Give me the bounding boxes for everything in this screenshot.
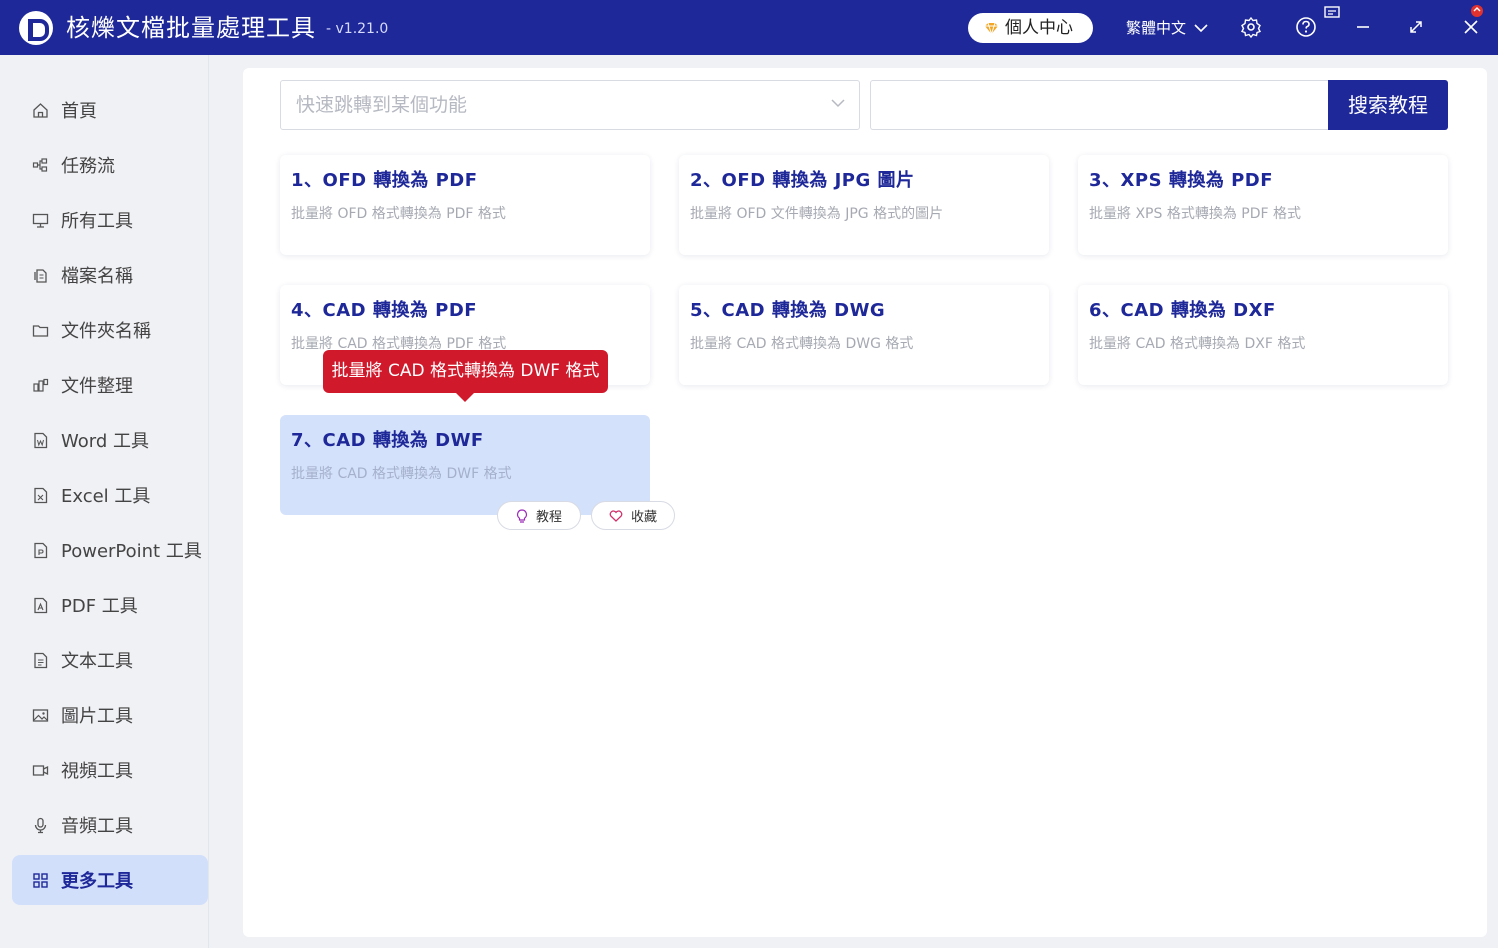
excel-file-icon	[34, 487, 48, 503]
sidebar-item-8[interactable]: PowerPoint 工具	[12, 525, 208, 575]
sidebar-item-label: 圖片工具	[61, 706, 133, 727]
heart-icon	[609, 509, 623, 522]
user-center-button[interactable]: 個人中心	[968, 13, 1093, 43]
language-selector[interactable]: 繁體中文	[1126, 17, 1208, 39]
tool-card-description: 批量將 XPS 格式轉換為 PDF 格式	[1089, 206, 1301, 222]
tool-card-title: 7、CAD 轉換為 DWF	[291, 430, 484, 451]
sidebar-item-12[interactable]: 視頻工具	[12, 745, 208, 795]
sidebar-item-13[interactable]: 音頻工具	[12, 800, 208, 850]
video-icon	[32, 764, 49, 776]
tool-card[interactable]: 3、XPS 轉換為 PDF 批量將 XPS 格式轉換為 PDF 格式	[1078, 155, 1448, 255]
tutorial-label: 教程	[535, 510, 562, 525]
maximize-icon[interactable]	[1405, 16, 1427, 38]
sidebar-item-9[interactable]: PDF 工具	[12, 580, 208, 630]
sidebar-item-label: PowerPoint 工具	[61, 541, 202, 562]
sidebar-item-6[interactable]: Word 工具	[12, 415, 208, 465]
tool-card[interactable]: 2、OFD 轉換為 JPG 圖片批量將 OFD 文件轉換為 JPG 格式的圖片	[679, 155, 1049, 255]
sidebar-item-label: 文本工具	[61, 651, 133, 672]
organize-icon	[33, 378, 49, 392]
sidebar-divider	[208, 55, 209, 948]
sidebar-item-2[interactable]: 所有工具	[12, 195, 208, 245]
tool-card-title: 4、CAD 轉換為 PDF	[291, 300, 478, 321]
tool-card[interactable]: 7、CAD 轉換為 DWF 批量將 CAD 格式轉換為 DWF 格式	[280, 415, 650, 515]
app-version: - v1.21.0	[326, 21, 389, 37]
tutorial-search-input[interactable]	[870, 80, 1330, 130]
sidebar-item-label: 任務流	[61, 156, 115, 177]
tool-card[interactable]: 1、OFD 轉換為 PDF 批量將 OFD 格式轉換為 PDF 格式	[280, 155, 650, 255]
quick-jump-select[interactable]: 快速跳轉到某個功能	[280, 80, 860, 130]
user-center-label: 個人中心	[1005, 18, 1073, 38]
grid-icon	[33, 872, 48, 888]
file-copy-icon	[34, 268, 47, 283]
sidebar-item-label: 文件整理	[61, 376, 133, 397]
favorite-button[interactable]: 收藏	[591, 501, 675, 530]
ppt-file-icon	[34, 542, 48, 558]
sidebar-item-label: Excel 工具	[61, 486, 151, 507]
gear-icon[interactable]	[1240, 16, 1262, 38]
tool-card-title: 2、OFD 轉換為 JPG 圖片	[690, 170, 915, 191]
message-icon[interactable]	[1324, 5, 1342, 21]
tool-card-description: 批量將 OFD 文件轉換為 JPG 格式的圖片	[690, 206, 944, 222]
app-logo	[19, 11, 53, 45]
sidebar-item-1[interactable]: 任務流	[12, 140, 208, 190]
help-icon[interactable]	[1295, 16, 1317, 38]
workflow-icon	[32, 157, 48, 172]
word-file-icon	[34, 432, 48, 448]
text-file-icon	[34, 652, 48, 668]
close-icon[interactable]	[1460, 16, 1482, 38]
sidebar-item-5[interactable]: 文件整理	[12, 360, 208, 410]
pdf-file-icon	[34, 597, 48, 613]
tutorial-button[interactable]: 教程	[497, 501, 581, 530]
tool-card-description: 批量將 CAD 格式轉換為 DXF 格式	[1089, 336, 1306, 352]
sidebar-item-label: 文件夾名稱	[61, 321, 151, 342]
sidebar-item-label: 更多工具	[61, 871, 133, 892]
language-label: 繁體中文	[1126, 19, 1187, 37]
tool-card-description: 批量將 CAD 格式轉換為 DWF 格式	[291, 466, 512, 482]
microphone-icon	[34, 817, 47, 833]
sidebar-item-label: PDF 工具	[61, 596, 138, 617]
diamond-icon	[984, 22, 999, 35]
notification-badge-icon	[1471, 5, 1483, 17]
tool-card-description: 批量將 OFD 格式轉換為 PDF 格式	[291, 206, 506, 222]
sidebar-item-label: 視頻工具	[61, 761, 133, 782]
sidebar-item-7[interactable]: Excel 工具	[12, 470, 208, 520]
sidebar-item-10[interactable]: 文本工具	[12, 635, 208, 685]
chevron-down-icon	[831, 99, 845, 108]
sidebar-item-label: 首頁	[61, 101, 97, 122]
monitor-icon	[32, 213, 49, 228]
tool-card-title: 3、XPS 轉換為 PDF	[1089, 170, 1274, 191]
quick-jump-placeholder: 快速跳轉到某個功能	[296, 94, 468, 116]
tool-card-description: 批量將 CAD 格式轉換為 DWG 格式	[690, 336, 914, 352]
tool-card-title: 6、CAD 轉換為 DXF	[1089, 300, 1276, 321]
sidebar-item-label: 音頻工具	[61, 816, 133, 837]
title-bar: 核爍文檔批量處理工具 - v1.21.0 個人中心 繁體中文	[0, 0, 1498, 55]
minimize-icon[interactable]	[1352, 16, 1374, 38]
image-icon	[32, 708, 49, 722]
sidebar-item-0[interactable]: 首頁	[12, 85, 208, 135]
tool-card-title: 1、OFD 轉換為 PDF	[291, 170, 478, 191]
sidebar-item-label: 檔案名稱	[61, 266, 133, 287]
tool-card[interactable]: 5、CAD 轉換為 DWG 批量將 CAD 格式轉換為 DWG 格式	[679, 285, 1049, 385]
sidebar-item-4[interactable]: 文件夾名稱	[12, 305, 208, 355]
sidebar-item-11[interactable]: 圖片工具	[12, 690, 208, 740]
app-title: 核爍文檔批量處理工具	[66, 14, 316, 42]
sidebar-item-14[interactable]: 更多工具	[12, 855, 208, 905]
chevron-down-icon	[1194, 24, 1208, 33]
tool-card[interactable]: 6、CAD 轉換為 DXF 批量將 CAD 格式轉換為 DXF 格式	[1078, 285, 1448, 385]
lightbulb-icon	[516, 508, 527, 523]
sidebar-item-label: Word 工具	[61, 431, 149, 452]
favorite-label: 收藏	[630, 510, 657, 525]
sidebar-item-3[interactable]: 檔案名稱	[12, 250, 208, 300]
home-icon	[33, 102, 48, 118]
sidebar-item-label: 所有工具	[61, 211, 133, 232]
card-tooltip: 批量將 CAD 格式轉換為 DWF 格式	[323, 350, 608, 402]
search-tutorial-button[interactable]: 搜索教程	[1328, 80, 1448, 130]
tool-card-title: 5、CAD 轉換為 DWG	[690, 300, 886, 321]
folder-icon	[32, 324, 49, 337]
